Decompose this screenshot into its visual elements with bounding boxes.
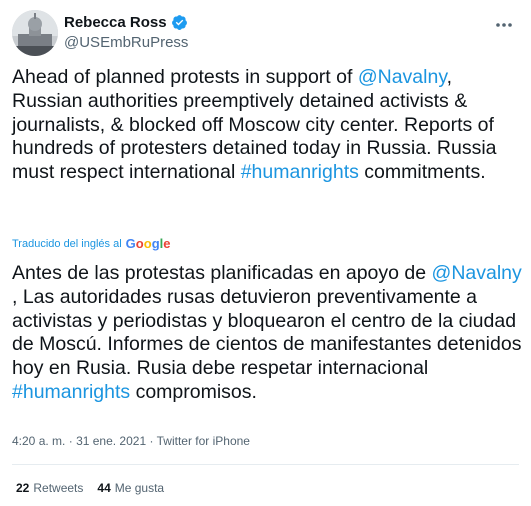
- retweets-stat[interactable]: 22 Retweets: [16, 481, 83, 495]
- meta-separator: ·: [68, 434, 73, 448]
- tweet-text: Ahead of planned protests in support of …: [12, 66, 522, 185]
- tweet-source[interactable]: Twitter for iPhone: [157, 434, 250, 448]
- author-handle[interactable]: @USEmbRuPress: [64, 34, 188, 51]
- tweet-card: Rebecca Ross @USEmbRuPress Ahead of plan…: [0, 0, 531, 506]
- text-segment: commitments.: [358, 161, 486, 184]
- avatar[interactable]: [12, 10, 58, 56]
- tweet-date[interactable]: 31 ene. 2021: [76, 434, 146, 448]
- meta-separator: ·: [149, 434, 154, 448]
- retweets-count: 22: [16, 481, 30, 495]
- tweet-meta: 4:20 a. m. · 31 ene. 2021 · Twitter for …: [12, 434, 250, 448]
- translation-text: Antes de las protestas planificadas en a…: [12, 262, 527, 405]
- tweet-header: Rebecca Ross @USEmbRuPress: [12, 10, 188, 56]
- mention-link[interactable]: @Navalny: [358, 66, 447, 88]
- tweet-time[interactable]: 4:20 a. m.: [12, 434, 65, 448]
- text-segment: compromisos.: [130, 380, 257, 403]
- likes-stat[interactable]: 44 Me gusta: [97, 481, 164, 495]
- google-logo: Google: [125, 236, 171, 251]
- verified-badge-icon: [171, 14, 188, 31]
- mention-link[interactable]: @Navalny: [432, 262, 522, 284]
- avatar-image: [12, 10, 58, 56]
- translation-attribution: Traducido del inglés al Google: [12, 236, 171, 251]
- likes-count: 44: [97, 481, 111, 495]
- text-segment: Ahead of planned protests in support of: [12, 66, 358, 88]
- more-dots-icon[interactable]: [495, 16, 513, 30]
- hashtag-link[interactable]: #humanrights: [241, 161, 359, 183]
- author-block: Rebecca Ross @USEmbRuPress: [64, 10, 188, 51]
- text-segment: Antes de las protestas planificadas en a…: [12, 262, 432, 284]
- text-segment: , Las autoridades rusas detuvieron preve…: [12, 285, 522, 380]
- hashtag-link[interactable]: #humanrights: [12, 381, 130, 403]
- translation-label: Traducido del inglés al: [12, 237, 122, 250]
- name-row: Rebecca Ross: [64, 14, 188, 31]
- divider: [12, 464, 519, 465]
- retweets-label: Retweets: [33, 481, 84, 495]
- tweet-stats: 22 Retweets 44 Me gusta: [16, 481, 178, 495]
- likes-label: Me gusta: [114, 481, 165, 495]
- author-display-name[interactable]: Rebecca Ross: [64, 14, 167, 31]
